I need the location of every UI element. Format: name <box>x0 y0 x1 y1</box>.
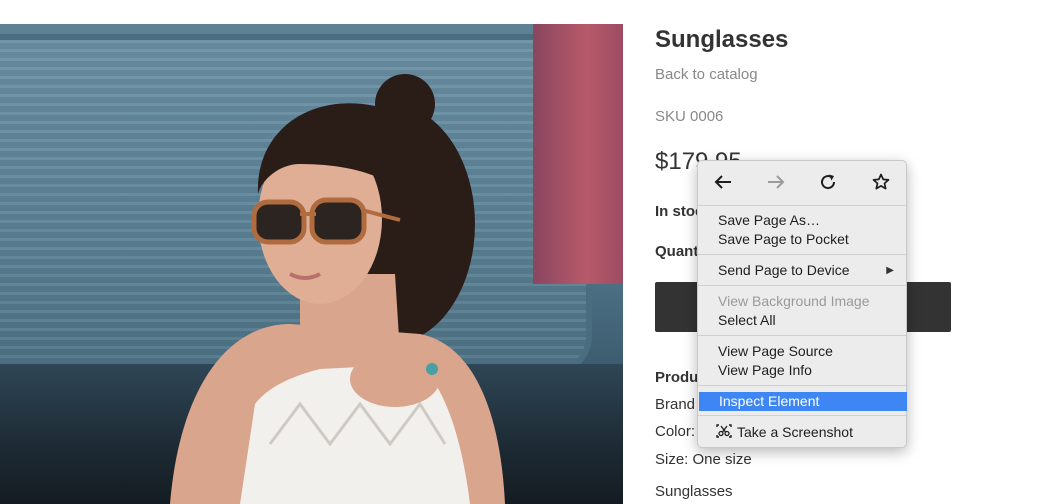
menu-separator <box>698 385 906 386</box>
screenshot-icon <box>716 424 732 443</box>
model-illustration <box>170 74 505 504</box>
menu-item-view-page-source[interactable]: View Page Source <box>698 342 906 361</box>
menu-separator <box>698 335 906 336</box>
menu-separator <box>698 415 906 416</box>
context-menu-nav-row <box>698 161 906 204</box>
reload-button[interactable] <box>813 169 843 195</box>
menu-item-take-screenshot[interactable]: Take a Screenshot <box>698 423 906 442</box>
product-title: Sunglasses <box>655 26 789 53</box>
back-button[interactable] <box>708 169 738 195</box>
arrow-right-icon <box>768 175 785 189</box>
menu-separator <box>698 285 906 286</box>
menu-item-view-page-info[interactable]: View Page Info <box>698 361 906 380</box>
bookmark-button[interactable] <box>866 169 896 195</box>
back-to-catalog-link[interactable]: Back to catalog <box>655 66 758 83</box>
menu-separator <box>698 205 906 206</box>
submenu-arrow-icon: ▶ <box>886 265 894 276</box>
menu-item-save-to-pocket[interactable]: Save Page to Pocket <box>698 230 906 249</box>
product-color: Color: <box>655 423 696 440</box>
forward-button[interactable] <box>761 169 791 195</box>
menu-item-select-all[interactable]: Select All <box>698 311 906 330</box>
reload-icon <box>821 174 836 190</box>
menu-item-save-page-as[interactable]: Save Page As… <box>698 211 906 230</box>
menu-separator <box>698 254 906 255</box>
menu-item-label: Send Page to Device <box>718 262 850 278</box>
context-menu: Save Page As… Save Page to Pocket Send P… <box>697 160 907 448</box>
menu-item-view-background-image: View Background Image <box>718 293 870 309</box>
product-size: Size: One size <box>655 451 752 468</box>
star-icon <box>872 173 890 190</box>
arrow-left-icon <box>714 175 731 189</box>
product-image <box>0 24 623 504</box>
product-description: Sunglasses <box>655 483 733 500</box>
menu-item-send-page-to-device[interactable]: Send Page to Device ▶ <box>698 261 906 280</box>
product-sku: SKU 0006 <box>655 108 724 125</box>
menu-item-label: Take a Screenshot <box>737 424 853 440</box>
menu-item-inspect-element[interactable]: Inspect Element <box>699 392 907 411</box>
product-brand: Brand <box>655 396 696 413</box>
